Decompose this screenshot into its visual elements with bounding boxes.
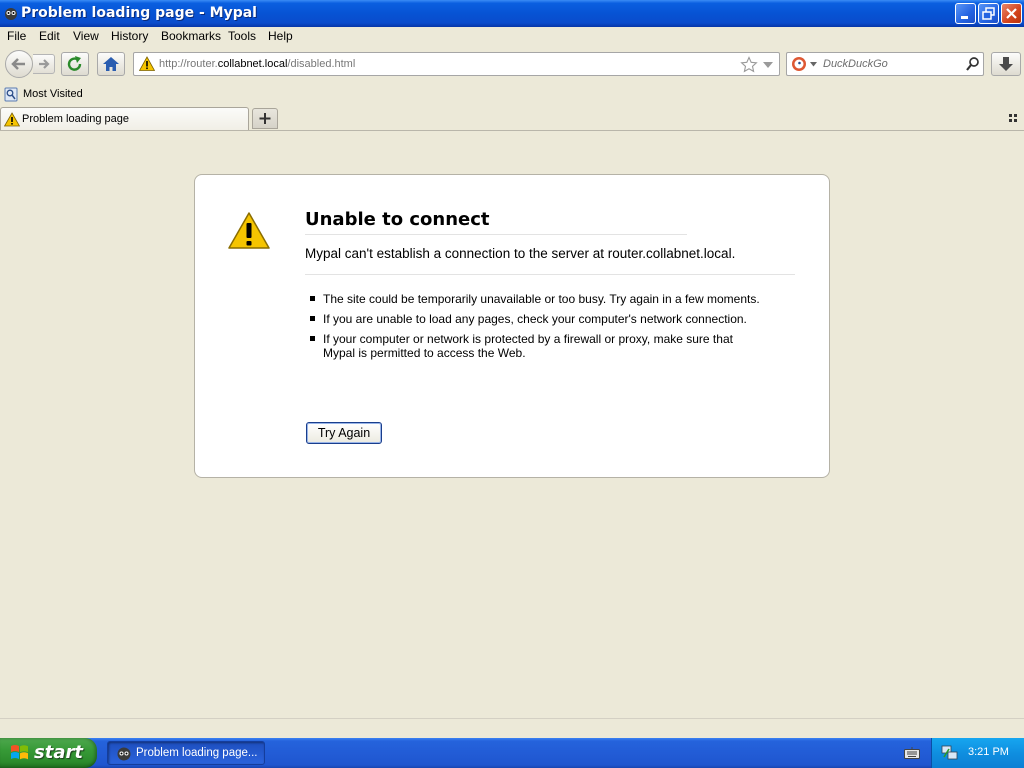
url-history-dropdown-icon[interactable] [762, 61, 774, 69]
list-item: If your computer or network is protected… [305, 332, 765, 360]
start-button[interactable]: start [0, 738, 97, 768]
reload-icon [67, 56, 82, 71]
taskbar-item-mypal[interactable]: Problem loading page... [107, 741, 265, 765]
error-title: Unable to connect [305, 209, 687, 235]
close-button[interactable] [1001, 3, 1022, 24]
windows-logo-icon [11, 745, 28, 760]
home-icon [103, 57, 119, 71]
window-titlebar[interactable]: Problem loading page - Mypal [0, 0, 1024, 27]
search-engine-dropdown-icon[interactable] [810, 62, 817, 67]
reload-button[interactable] [61, 52, 89, 76]
start-label: start [34, 742, 83, 763]
url-path: /disabled.html [287, 58, 356, 70]
menu-view[interactable]: View [73, 29, 99, 43]
back-button[interactable] [5, 50, 33, 78]
mypal-logo-icon [5, 8, 17, 20]
warning-icon [139, 56, 155, 71]
taskbar: start Problem loading page... 3:21 PM [0, 738, 1024, 768]
url-bar[interactable]: http://router.collabnet.local/disabled.h… [133, 52, 780, 76]
keyboard-icon[interactable] [904, 747, 920, 760]
tab-strip: Problem loading page [0, 106, 1024, 131]
bookmark-star-icon[interactable] [740, 56, 758, 73]
restore-button[interactable] [978, 3, 999, 24]
download-arrow-icon [999, 57, 1013, 71]
list-item: If you are unable to load any pages, che… [305, 312, 765, 326]
taskbar-item-label: Problem loading page... [136, 747, 258, 759]
restore-icon [982, 7, 995, 20]
mypal-task-icon [117, 747, 131, 761]
page-content: Unable to connect Mypal can't establish … [0, 131, 1024, 718]
system-tray: 3:21 PM [931, 738, 1024, 768]
navigation-toolbar: http://router.collabnet.local/disabled.h… [0, 45, 1024, 83]
url-prefix: http://router. [159, 58, 218, 70]
back-arrow-icon [11, 58, 25, 70]
search-placeholder: DuckDuckGo [823, 58, 888, 70]
error-page-container: Unable to connect Mypal can't establish … [194, 174, 830, 478]
tab-label: Problem loading page [22, 113, 130, 125]
minimize-button[interactable] [955, 3, 976, 24]
menu-file[interactable]: File [7, 29, 26, 43]
forward-button[interactable] [33, 54, 55, 74]
error-suggestions-list: The site could be temporarily unavailabl… [305, 292, 765, 366]
search-icon[interactable] [965, 56, 980, 72]
menu-bar: File Edit View History Bookmarks Tools H… [0, 27, 1024, 45]
tab-list-icon[interactable] [1009, 114, 1019, 122]
list-item: The site could be temporarily unavailabl… [305, 292, 765, 306]
forward-arrow-icon [39, 59, 50, 69]
most-visited-folder-icon [4, 87, 18, 102]
tab-warning-icon [4, 112, 20, 127]
try-again-button[interactable]: Try Again [306, 422, 382, 444]
close-icon [1006, 8, 1017, 19]
new-tab-button[interactable] [252, 108, 278, 129]
large-warning-icon [228, 212, 270, 249]
bookmark-most-visited[interactable]: Most Visited [23, 88, 83, 100]
network-icon[interactable] [941, 745, 959, 761]
status-bar [0, 718, 1024, 739]
plus-icon [259, 113, 271, 124]
search-bar[interactable]: DuckDuckGo [786, 52, 984, 76]
downloads-button[interactable] [991, 52, 1021, 76]
error-short-description: Mypal can't establish a connection to th… [305, 246, 795, 275]
menu-help[interactable]: Help [268, 29, 293, 43]
url-text: http://router.collabnet.local/disabled.h… [159, 58, 355, 70]
clock[interactable]: 3:21 PM [968, 746, 1009, 758]
bookmarks-toolbar: Most Visited [0, 84, 1024, 106]
menu-history[interactable]: History [111, 29, 148, 43]
home-button[interactable] [97, 52, 125, 76]
window-title: Problem loading page - Mypal [21, 5, 257, 21]
menu-tools[interactable]: Tools [228, 29, 256, 43]
menu-edit[interactable]: Edit [39, 29, 60, 43]
url-host: collabnet.local [217, 58, 288, 70]
tab-problem-loading[interactable]: Problem loading page [0, 107, 249, 130]
duckduckgo-icon[interactable] [791, 56, 807, 72]
menu-bookmarks[interactable]: Bookmarks [161, 29, 221, 43]
minimize-icon [961, 16, 968, 19]
